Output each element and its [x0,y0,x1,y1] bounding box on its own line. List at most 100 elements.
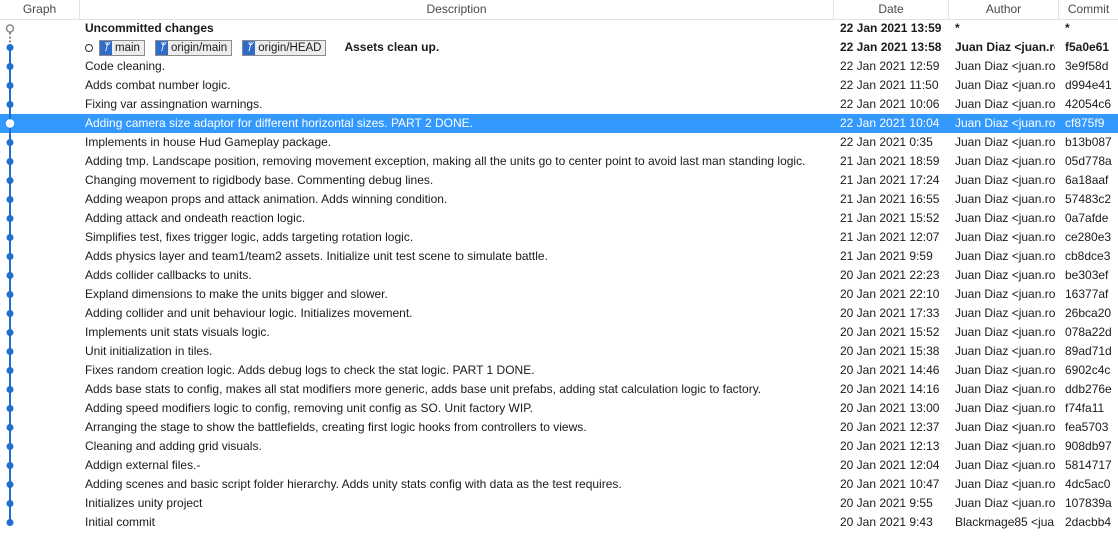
commit-date: 21 Jan 2021 16:55 [840,192,940,206]
commit-hash: 0a7afde [1065,211,1109,225]
commit-row[interactable]: Adds physics layer and team1/team2 asset… [0,247,1118,266]
commit-hash: 16377af [1065,287,1109,301]
commit-row[interactable]: Implements in house Hud Gameplay package… [0,133,1118,152]
commit-description: Arranging the stage to show the battlefi… [85,420,587,434]
commit-author: Juan Diaz <juan.ro [955,401,1055,415]
commit-row[interactable]: Arranging the stage to show the battlefi… [0,418,1118,437]
commit-row[interactable]: Initial commit 20 Jan 2021 9:43 Blackmage8… [0,513,1118,532]
commit-author: * [955,21,960,35]
commit-description: Expland dimensions to make the units big… [85,287,388,301]
commit-node [6,500,14,507]
commit-node [6,348,14,355]
commit-hash: 05d778a [1065,154,1112,168]
commit-row[interactable]: Fixes random creation logic. Adds debug … [0,361,1118,380]
commit-date: 22 Jan 2021 10:04 [840,116,940,130]
commit-row[interactable]: Adds combat number logic. 22 Jan 2021 11:… [0,76,1118,95]
commit-description: Adding scenes and basic script folder hi… [85,477,622,491]
commit-date: 20 Jan 2021 17:33 [840,306,940,320]
commit-date: 20 Jan 2021 9:55 [840,496,933,510]
commit-row[interactable]: Changing movement to rigidbody base. Com… [0,171,1118,190]
commit-row[interactable]: Adding attack and ondeath reaction logic… [0,209,1118,228]
head-marker-icon [85,43,93,52]
commit-description: Adding weapon props and attack animation… [85,192,448,206]
commit-date: 20 Jan 2021 9:43 [840,515,933,529]
commit-row[interactable]: Adding weapon props and attack animation… [0,190,1118,209]
commit-hash: * [1065,21,1070,35]
commit-author: Juan Diaz <juan.ro [955,192,1055,206]
commit-hash: 908db97 [1065,439,1112,453]
commit-row[interactable]: Simplifies test, fixes trigger logic, ad… [0,228,1118,247]
column-header-graph[interactable]: Graph [0,0,80,19]
commit-hash: 4dc5ac0 [1065,477,1111,491]
commit-node [6,234,14,241]
commit-hash: b13b087 [1065,135,1112,149]
column-header-description[interactable]: Description [80,0,834,19]
commit-row[interactable]: Adding speed modifiers logic to config, … [0,399,1118,418]
ref-badge-main[interactable]: ᛘ main [99,39,145,56]
commit-description: Adding collider and unit behaviour logic… [85,306,413,320]
commit-row[interactable]: Expland dimensions to make the units big… [0,285,1118,304]
commit-description: Simplifies test, fixes trigger logic, ad… [85,230,414,244]
commit-description: Initializes unity project [85,496,203,510]
commit-hash: f5a0e61 [1065,40,1110,54]
commit-description: Code cleaning. [85,59,166,73]
commit-author: Juan Diaz <juan.ro [955,306,1055,320]
branch-icon: ᛘ [100,40,112,55]
commit-date: 22 Jan 2021 0:35 [840,135,933,149]
commit-hash: 26bca20 [1065,306,1112,320]
commit-row[interactable]: Adding tmp. Landscape position, removing… [0,152,1118,171]
commit-description: ᛘ main ᛘ origin/main ᛘ origin/HEAD Assets clea… [85,38,830,57]
commit-row[interactable]: Uncommitted changes 22 Jan 2021 13:59 * * [0,19,1118,38]
commit-row[interactable]: Code cleaning. 22 Jan 2021 12:59 Juan Diaz… [0,57,1118,76]
commit-node [6,139,14,146]
commit-author: Juan Diaz <juan.ro [955,496,1055,510]
commit-list: Uncommitted changes 22 Jan 2021 13:59 * * ᛘ m… [0,19,1118,532]
commit-hash: 2dacbb4 [1065,515,1112,529]
commit-hash: be303ef [1065,268,1109,282]
ref-badge-origin-main[interactable]: ᛘ origin/main [154,39,233,56]
commit-author: Juan Diaz <juan.ro [955,78,1055,92]
commit-row[interactable]: Fixing var assingnation warnings. 22 Jan … [0,95,1118,114]
commit-row[interactable]: Adding collider and unit behaviour logic… [0,304,1118,323]
commit-node-selected [5,119,15,128]
commit-node [6,177,14,184]
ref-label: origin/HEAD [258,41,322,54]
commit-author: Juan Diaz <juan.ro [955,477,1055,491]
commit-node [6,443,14,450]
commit-author: Blackmage85 <jua [955,515,1055,529]
commit-description: Adding tmp. Landscape position, removing… [85,154,806,168]
branch-icon: ᛘ [155,40,168,55]
commit-author: Juan Diaz <juan.ro [955,59,1055,73]
commit-node [6,367,14,374]
column-header-author[interactable]: Author [949,0,1059,19]
commit-author: Juan Diaz <juan.rc [955,40,1055,54]
commit-row[interactable]: Unit initialization in tiles. 20 Jan 2021… [0,342,1118,361]
commit-author: Juan Diaz <juan.ro [955,268,1055,282]
commit-row[interactable]: Addign external files.- 20 Jan 2021 12:04… [0,456,1118,475]
commit-message: Assets clean up. [344,40,440,54]
commit-description: Unit initialization in tiles. [85,344,213,358]
commit-row[interactable]: Adds collider callbacks to units. 20 Jan … [0,266,1118,285]
commit-hash: 6902c4c [1065,363,1111,377]
commit-row[interactable]: Adding scenes and basic script folder hi… [0,475,1118,494]
commit-node [6,519,14,526]
commit-row[interactable]: Initializes unity project 20 Jan 2021 9:5… [0,494,1118,513]
commit-row[interactable]: ᛘ main ᛘ origin/main ᛘ origin/HEAD Assets clea… [0,38,1118,57]
commit-node [6,310,14,317]
commit-row[interactable]: Adding camera size adaptor for different… [0,114,1118,133]
column-header-date[interactable]: Date [834,0,949,19]
commit-row[interactable]: Implements unit stats visuals logic. 20 J… [0,323,1118,342]
commit-author: Juan Diaz <juan.ro [955,363,1055,377]
commit-row[interactable]: Adds base stats to config, makes all sta… [0,380,1118,399]
commit-hash: 3e9f58d [1065,59,1109,73]
column-header-commit[interactable]: Commit [1059,0,1118,19]
commit-node [6,82,14,89]
commit-date: 22 Jan 2021 13:59 [840,21,942,35]
ref-badge-origin-head[interactable]: ᛘ origin/HEAD [242,39,327,56]
commit-date: 22 Jan 2021 12:59 [840,59,940,73]
commit-author: Juan Diaz <juan.ro [955,154,1055,168]
commit-row[interactable]: Cleaning and adding grid visuals. 20 Jan … [0,437,1118,456]
commit-node [6,386,14,393]
commit-date: 20 Jan 2021 15:52 [840,325,940,339]
commit-node [6,405,14,412]
